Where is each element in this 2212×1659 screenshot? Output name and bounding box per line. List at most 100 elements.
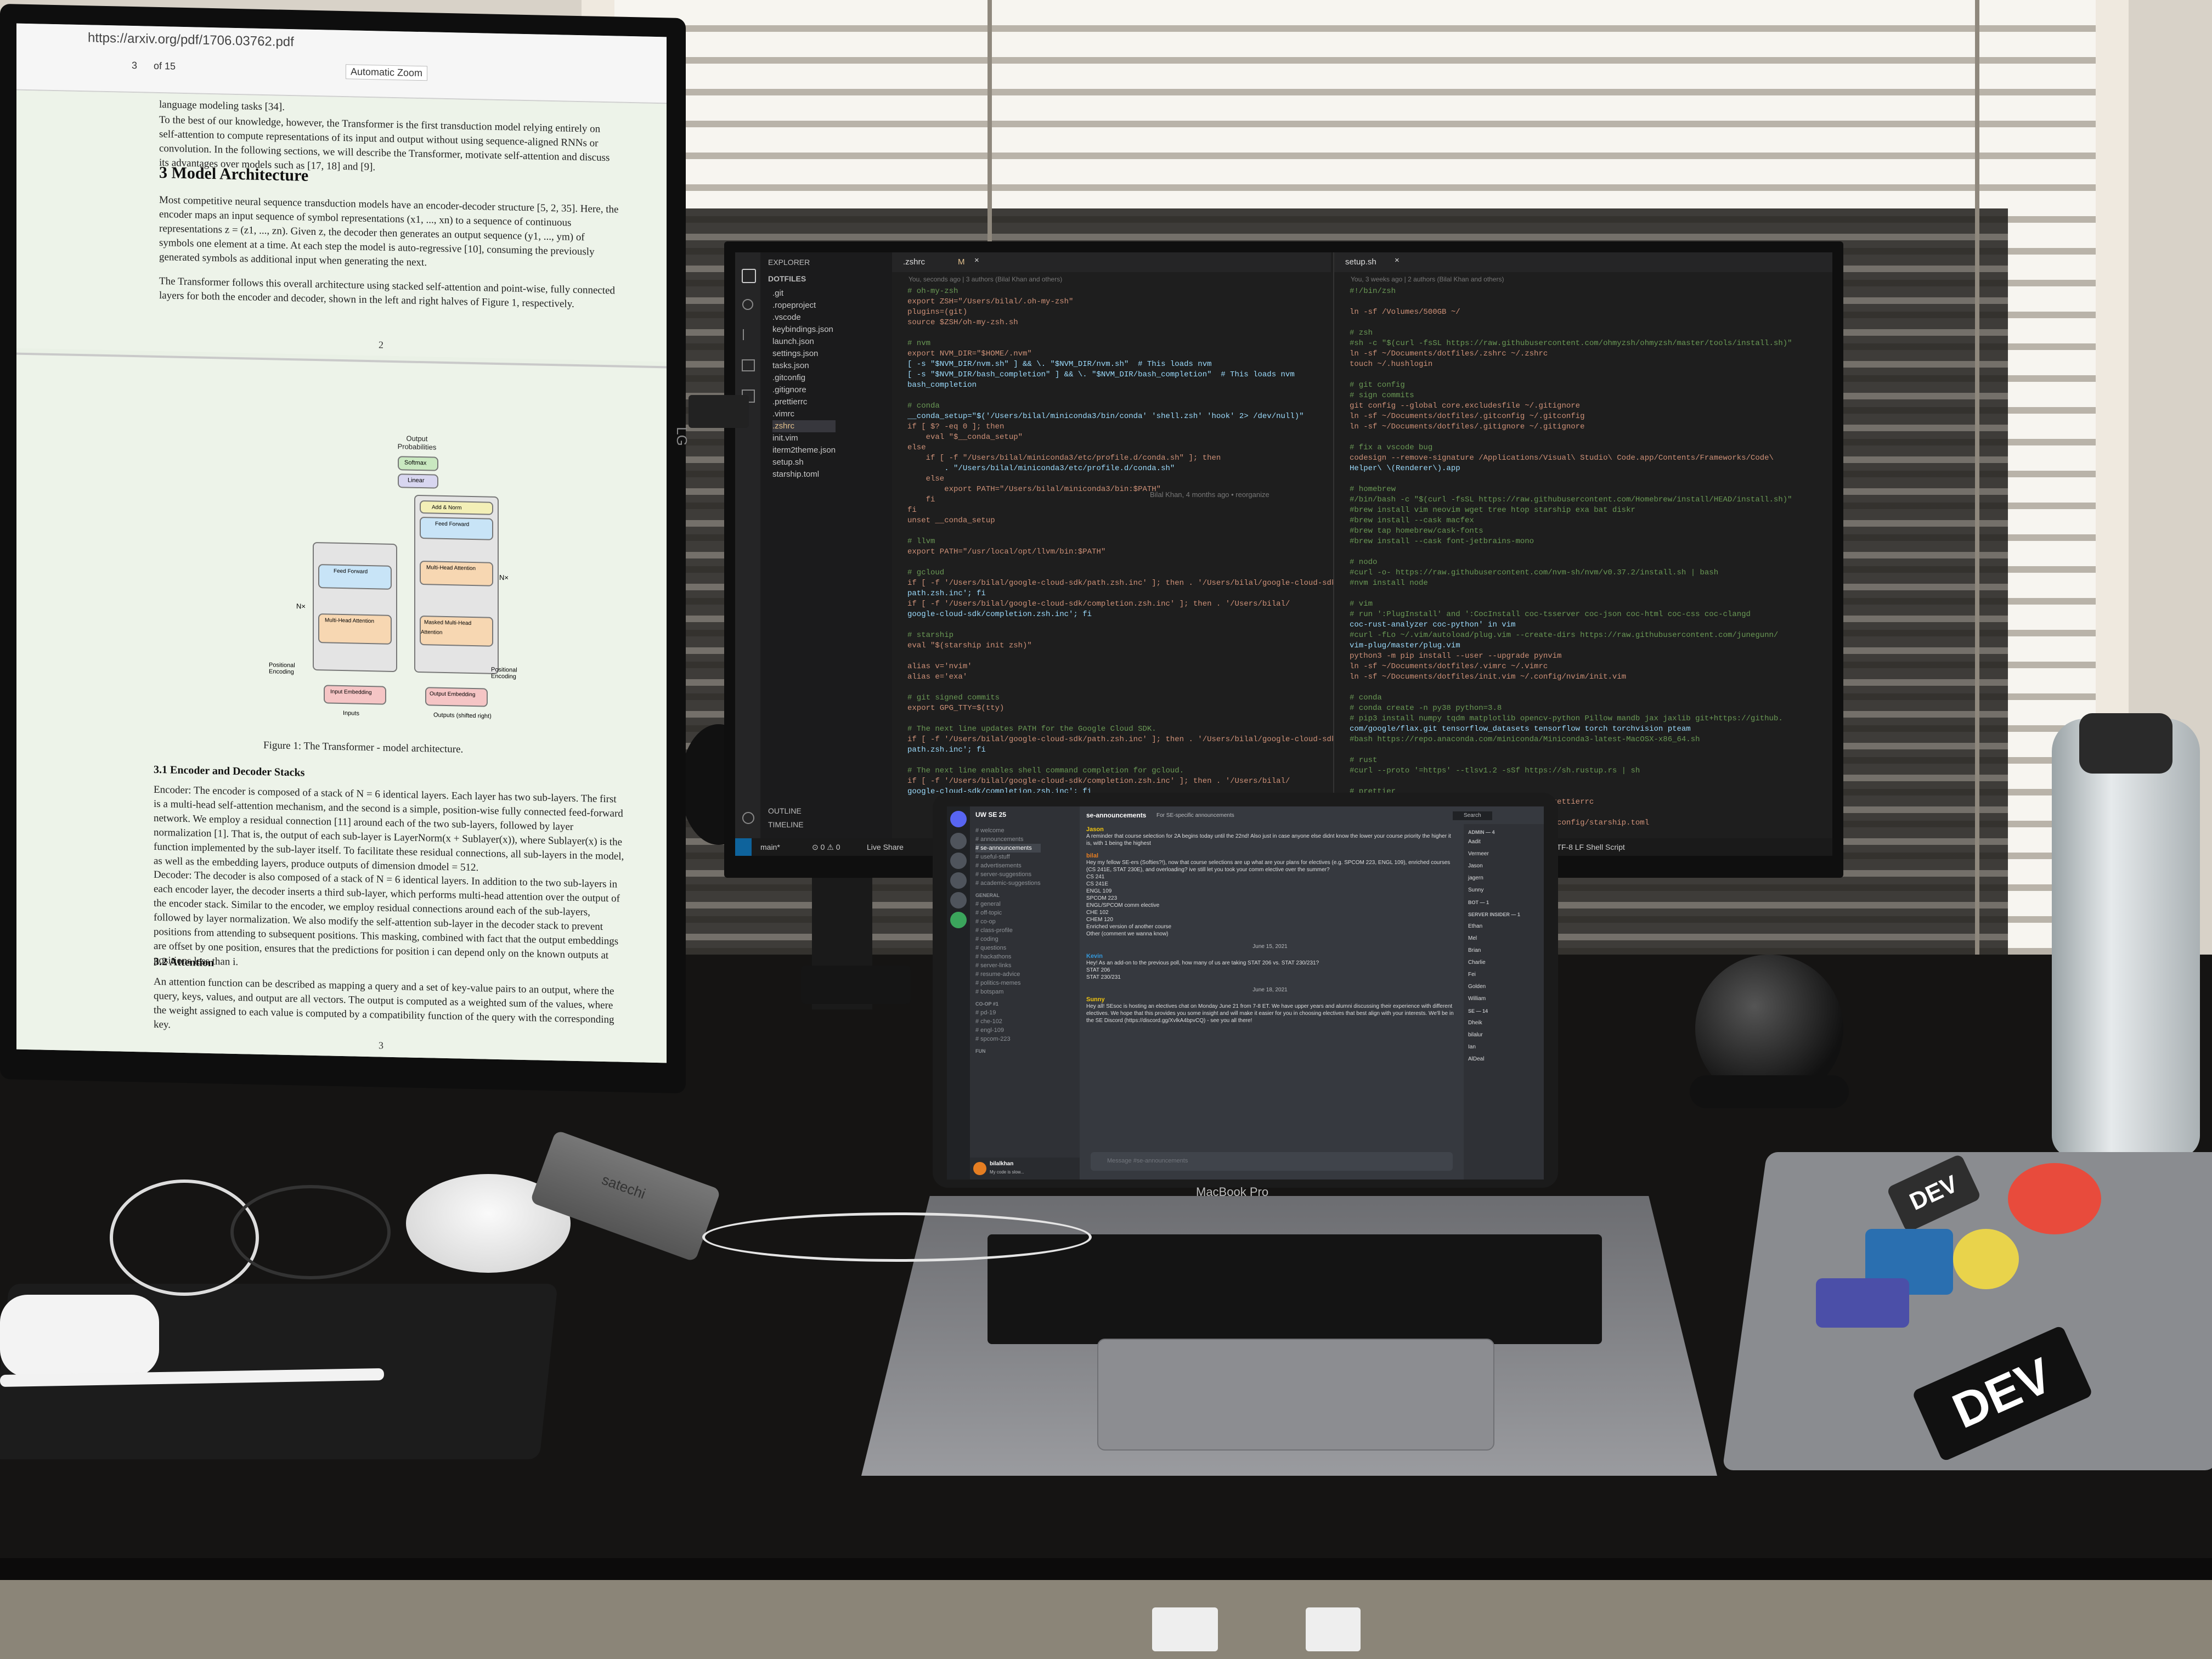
channel-item[interactable]: # resume-advice <box>975 970 1041 979</box>
problems-indicator[interactable]: ⊙ 0 ⚠ 0 <box>812 843 840 852</box>
member-item[interactable]: Vermeer <box>1468 848 1520 860</box>
file-item[interactable]: keybindings.json <box>772 324 836 336</box>
member-item[interactable]: Ian <box>1468 1041 1520 1053</box>
keyboard[interactable] <box>988 1234 1602 1344</box>
channel-item[interactable]: # academic-suggestions <box>975 879 1041 888</box>
add-server-icon[interactable] <box>950 912 967 928</box>
file-item[interactable]: setup.sh <box>772 456 836 469</box>
file-item[interactable]: .gitignore <box>772 384 836 396</box>
member-item[interactable]: Sunny <box>1468 884 1520 896</box>
server-icon[interactable] <box>950 892 967 909</box>
page-number-input[interactable]: 3 <box>132 60 137 71</box>
channel-item[interactable]: # coding <box>975 935 1041 944</box>
member-item[interactable]: Charlie <box>1468 957 1520 969</box>
file-item[interactable]: .vimrc <box>772 408 836 420</box>
channel-item[interactable]: # server-suggestions <box>975 870 1041 879</box>
message-author[interactable]: bilal <box>1086 853 1454 859</box>
tab-zshrc[interactable]: .zshrc <box>903 257 925 267</box>
channel-item[interactable]: # se-announcements <box>975 844 1041 853</box>
timeline-section[interactable]: TIMELINE <box>768 820 804 829</box>
member-item[interactable]: bilalur <box>1468 1029 1520 1041</box>
server-icon[interactable] <box>950 853 967 869</box>
member-item[interactable]: Aadit <box>1468 836 1520 848</box>
channel-item[interactable]: # pd-19 <box>975 1008 1041 1017</box>
channel-item[interactable]: # co-op <box>975 917 1041 926</box>
channel-category: FUN <box>975 1048 986 1054</box>
code-line: #curl -o- https://raw.githubusercontent.… <box>1350 568 1719 577</box>
source-control-icon[interactable] <box>743 329 753 340</box>
server-icon[interactable] <box>950 872 967 889</box>
channel-item[interactable]: # che-102 <box>975 1017 1041 1026</box>
file-item[interactable]: .prettierrc <box>772 396 836 408</box>
channel-item[interactable]: # off-topic <box>975 909 1041 917</box>
close-icon[interactable]: × <box>1395 256 1400 265</box>
code-line: else <box>907 443 926 452</box>
member-item[interactable]: Golden <box>1468 981 1520 993</box>
member-item[interactable]: Dheik <box>1468 1017 1520 1029</box>
code-line: python3 -m pip install --user --upgrade … <box>1350 652 1562 661</box>
message-author[interactable]: Kevin <box>1086 953 1454 960</box>
code-setup-sh[interactable]: #!/bin/zsh ln -sf /Volumes/500GB ~/ # zsh #… <box>1350 286 1792 828</box>
channel-item[interactable]: # politics-memes <box>975 979 1041 988</box>
code-line: # vim <box>1350 600 1373 608</box>
tab-setup-sh[interactable]: setup.sh <box>1345 257 1376 267</box>
channel-item[interactable]: # class-profile <box>975 926 1041 935</box>
channel-item[interactable]: # general <box>975 900 1041 909</box>
channel-item[interactable]: # useful-stuff <box>975 853 1041 861</box>
zoom-select[interactable]: Automatic Zoom <box>346 64 428 81</box>
gear-icon[interactable] <box>742 812 754 824</box>
file-item[interactable]: .zshrc <box>772 420 836 432</box>
member-item[interactable]: Mel <box>1468 933 1520 945</box>
server-icon[interactable] <box>950 833 967 849</box>
file-item[interactable]: .gitconfig <box>772 372 836 384</box>
member-item[interactable]: Brian <box>1468 945 1520 957</box>
close-icon[interactable]: × <box>974 256 979 265</box>
file-item[interactable]: launch.json <box>772 336 836 348</box>
member-item[interactable]: Ethan <box>1468 921 1520 933</box>
member-item[interactable]: Fei <box>1468 969 1520 981</box>
channel-item[interactable]: # botspam <box>975 988 1041 996</box>
file-item[interactable]: settings.json <box>772 348 836 360</box>
url-bar[interactable]: https://arxiv.org/pdf/1706.03762.pdf <box>88 30 294 50</box>
channel-item[interactable]: # hackathons <box>975 952 1041 961</box>
member-item[interactable]: William <box>1468 993 1520 1005</box>
member-item[interactable]: Jason <box>1468 860 1520 872</box>
file-item[interactable]: .ropeproject <box>772 300 836 312</box>
outline-section[interactable]: OUTLINE <box>768 806 802 815</box>
avatar[interactable] <box>973 1162 986 1175</box>
channel-item[interactable]: # questions <box>975 944 1041 952</box>
code-zshrc[interactable]: # oh-my-zsh export ZSH="/Users/bilal/.oh-… <box>907 286 1341 797</box>
files-icon[interactable] <box>742 269 756 283</box>
bottle-cap <box>2079 713 2172 774</box>
channel-item[interactable]: # advertisements <box>975 861 1041 870</box>
channel-item[interactable]: # announcements <box>975 835 1041 844</box>
poll-option: CS 241 <box>1086 874 1105 880</box>
channel-item[interactable]: # welcome <box>975 826 1041 835</box>
file-item[interactable]: iterm2theme.json <box>772 444 836 456</box>
live-share-button[interactable]: Live Share <box>867 843 904 851</box>
message-author[interactable]: Sunny <box>1086 996 1454 1003</box>
search-icon[interactable] <box>742 299 753 310</box>
run-debug-icon[interactable] <box>742 359 755 371</box>
remote-icon[interactable] <box>735 838 752 856</box>
file-item[interactable]: init.vim <box>772 432 836 444</box>
message-author[interactable]: Jason <box>1086 826 1454 833</box>
member-item[interactable]: jagern <box>1468 872 1520 884</box>
discord-home-icon[interactable] <box>950 811 967 827</box>
channel-item[interactable]: # server-links <box>975 961 1041 970</box>
branch-indicator[interactable]: main* <box>760 843 780 851</box>
explorer-root[interactable]: DOTFILES <box>768 274 806 283</box>
server-name[interactable]: UW SE 25 <box>975 811 1006 819</box>
file-item[interactable]: .git <box>772 287 836 300</box>
file-item[interactable]: .vscode <box>772 312 836 324</box>
trackpad[interactable] <box>1097 1339 1494 1451</box>
search-input[interactable]: Search <box>1453 811 1492 820</box>
message-input[interactable]: Message #se-announcements <box>1091 1152 1453 1171</box>
file-item[interactable]: tasks.json <box>772 360 836 372</box>
channel-item[interactable]: # spcom-223 <box>975 1035 1041 1043</box>
file-item[interactable]: starship.toml <box>772 469 836 481</box>
channel-item[interactable]: # engl-109 <box>975 1026 1041 1035</box>
member-item[interactable]: AlDeal <box>1468 1053 1520 1065</box>
